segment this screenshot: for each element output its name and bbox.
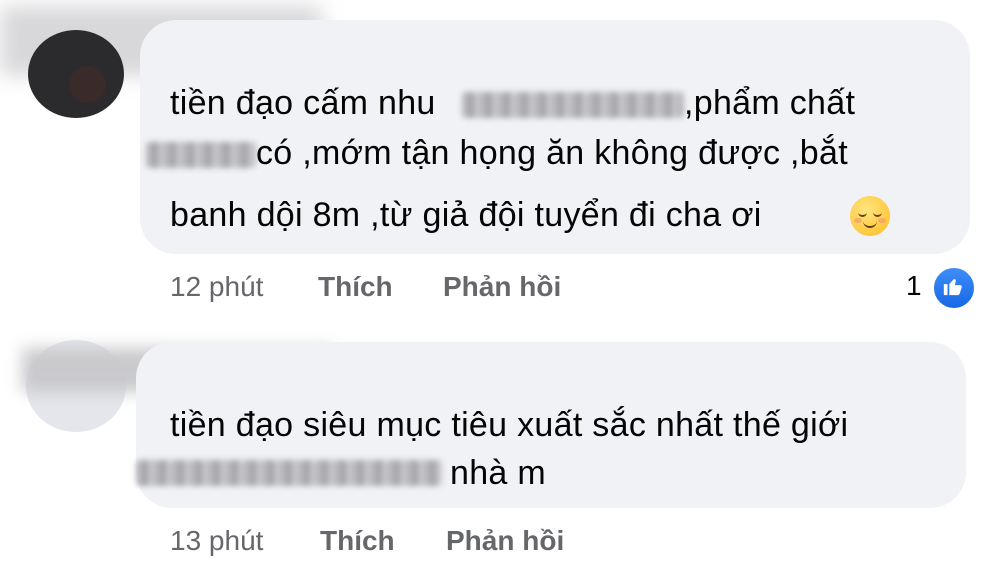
- like-reaction-icon[interactable]: [932, 266, 976, 310]
- redacted-text: [146, 142, 256, 168]
- comment-text-line: tiền đạo cấm nhu: [170, 84, 436, 122]
- redacted-text: [136, 460, 442, 486]
- reply-button[interactable]: Phản hồi: [446, 524, 564, 558]
- reply-button[interactable]: Phản hồi: [443, 270, 561, 304]
- comment-text-line: nhà m: [450, 454, 546, 492]
- comment-text-line: ,phẩm chất: [684, 84, 856, 122]
- reaction-count[interactable]: 1: [906, 270, 922, 302]
- like-button[interactable]: Thích: [320, 524, 395, 558]
- relieved-face-emoji: [850, 196, 890, 236]
- comment-timestamp[interactable]: 12 phút: [170, 270, 263, 304]
- avatar[interactable]: [28, 30, 124, 118]
- like-button[interactable]: Thích: [318, 270, 393, 304]
- redacted-text: [462, 92, 684, 118]
- comment-text-line: banh dội 8m ,từ giả đội tuyển đi cha ơi: [170, 196, 762, 234]
- comment-timestamp[interactable]: 13 phút: [170, 524, 263, 558]
- comment-text-line: có ,mớm tận họng ăn không được ,bắt: [256, 134, 848, 172]
- comment-text-line: tiền đạo siêu mục tiêu xuất sắc nhất thế…: [170, 406, 849, 444]
